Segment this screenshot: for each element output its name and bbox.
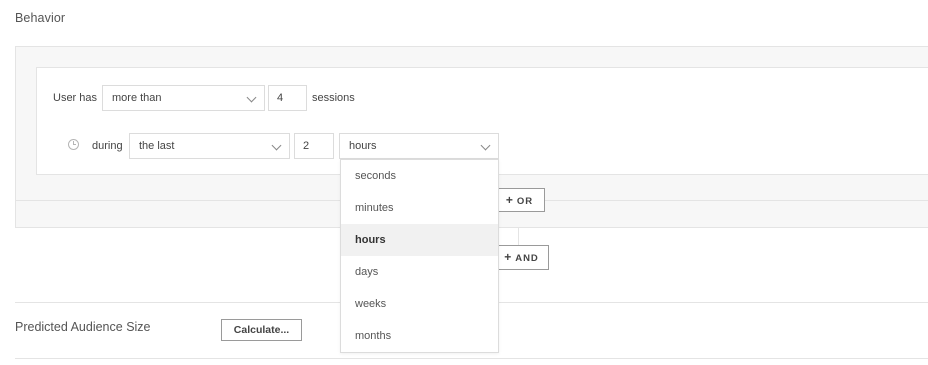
- dropdown-option-days[interactable]: days: [341, 256, 498, 288]
- chevron-down-icon: [480, 140, 491, 151]
- add-and-button[interactable]: + AND: [494, 245, 549, 270]
- dropdown-option-hours[interactable]: hours: [341, 224, 498, 256]
- divider: [15, 358, 928, 359]
- chevron-down-icon: [246, 92, 257, 103]
- and-label: AND: [515, 253, 539, 264]
- calculate-button[interactable]: Calculate...: [221, 319, 302, 341]
- time-qualifier-select[interactable]: the last: [129, 133, 290, 159]
- time-qualifier-value: the last: [139, 140, 175, 152]
- or-label: OR: [516, 196, 534, 207]
- section-title: Behavior: [15, 11, 66, 25]
- dropdown-option-seconds[interactable]: seconds: [341, 160, 498, 192]
- dropdown-option-months[interactable]: months: [341, 320, 498, 352]
- comparator-value: more than: [112, 92, 162, 104]
- clock-icon: [68, 139, 79, 150]
- plus-icon: +: [505, 193, 513, 207]
- plus-icon: +: [504, 250, 512, 264]
- during-label: during: [92, 140, 123, 152]
- time-unit-select[interactable]: hours: [339, 133, 499, 159]
- time-unit-dropdown-menu: seconds minutes hours days weeks months: [340, 159, 499, 353]
- and-connector-line: [518, 228, 519, 245]
- sessions-label: sessions: [312, 92, 355, 104]
- chevron-down-icon: [271, 140, 282, 151]
- dropdown-option-minutes[interactable]: minutes: [341, 192, 498, 224]
- dropdown-option-weeks[interactable]: weeks: [341, 288, 498, 320]
- session-count-input[interactable]: 4: [268, 85, 307, 111]
- predicted-audience-label: Predicted Audience Size: [15, 320, 151, 334]
- comparator-select[interactable]: more than: [102, 85, 265, 111]
- add-or-button[interactable]: + OR: [494, 188, 545, 212]
- time-unit-value: hours: [349, 140, 377, 152]
- user-has-label: User has: [53, 92, 98, 104]
- time-value-input[interactable]: 2: [294, 133, 334, 159]
